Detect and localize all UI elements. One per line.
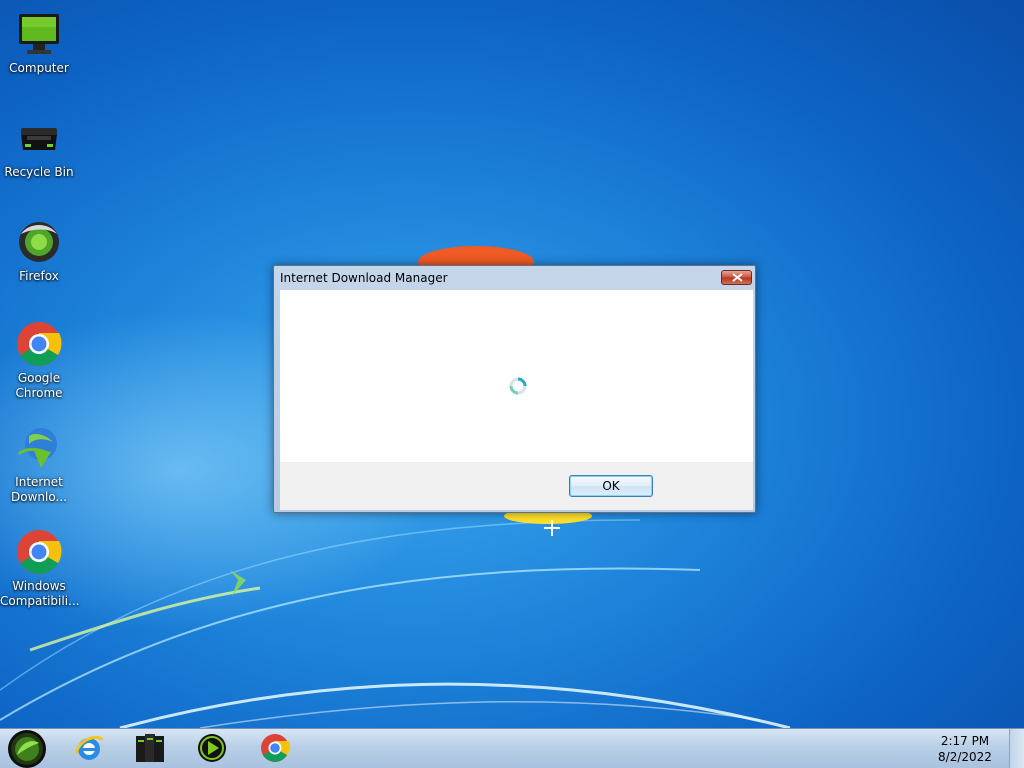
show-desktop-button[interactable] (1009, 729, 1024, 768)
loading-spinner-icon (509, 377, 527, 395)
taskbar: 2:17 PM 8/2/2022 (0, 728, 1024, 768)
dialog-title: Internet Download Manager (280, 271, 448, 285)
clock-date: 8/2/2022 (938, 750, 992, 764)
desktop-icon-label: Recycle Bin (4, 165, 74, 179)
desktop-icon-label: Google Chrome (15, 371, 63, 400)
desktop-icon-firefox[interactable]: Firefox (0, 218, 78, 284)
recycle-bin-icon (21, 128, 57, 150)
desktop: Computer Recycle Bin Firefox Google Chro… (0, 0, 1024, 768)
desktop-icon-label: Windows Compatibili... (0, 579, 80, 608)
clock-time: 2:17 PM (940, 734, 990, 748)
desktop-icon-label: Firefox (19, 269, 59, 283)
system-clock[interactable]: 2:17 PM 8/2/2022 (930, 733, 1000, 765)
media-player-icon[interactable] (196, 732, 228, 764)
chrome-icon (17, 530, 62, 574)
desktop-icon-internet-download-manager[interactable]: Internet Downlo... (0, 424, 78, 505)
close-button[interactable] (721, 270, 752, 285)
idm-icon (17, 428, 57, 468)
desktop-icon-label: Computer (9, 61, 69, 75)
desktop-icon-recycle-bin[interactable]: Recycle Bin (0, 114, 78, 180)
computer-icon (19, 14, 59, 54)
close-icon (732, 273, 743, 282)
dialog-footer: OK (280, 462, 753, 510)
start-button[interactable] (3, 729, 51, 768)
dialog-content (280, 290, 753, 462)
ok-button[interactable]: OK (569, 475, 653, 497)
firefox-icon (19, 222, 59, 262)
desktop-icon-computer[interactable]: Computer (0, 10, 78, 76)
desktop-icon-label: Internet Downlo... (11, 475, 67, 504)
idm-dialog: Internet Download Manager OK (273, 265, 756, 513)
chrome-icon[interactable] (259, 732, 291, 764)
desktop-icon-windows-compatibility[interactable]: Windows Compatibili... (0, 528, 80, 609)
dialog-titlebar[interactable]: Internet Download Manager (274, 266, 755, 290)
chrome-icon (17, 322, 62, 366)
folders-icon[interactable] (134, 732, 166, 764)
ie-icon[interactable] (73, 732, 105, 764)
desktop-icon-google-chrome[interactable]: Google Chrome (0, 320, 78, 401)
